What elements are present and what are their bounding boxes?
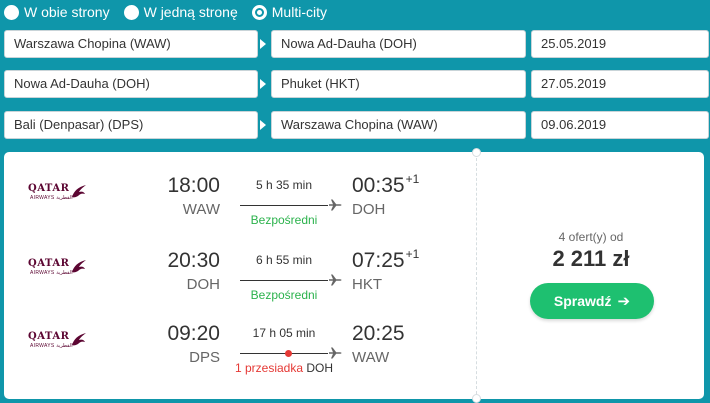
stopover-dot: [285, 350, 292, 357]
departure-airport: WAW: [182, 201, 220, 218]
direct-label: Bezpośredni: [250, 288, 318, 302]
check-button-label: Sprawdź: [553, 293, 612, 309]
from-field[interactable]: Warszawa Chopina (WAW): [4, 30, 258, 58]
radio-one-way[interactable]: W jedną stronę: [123, 4, 238, 20]
flight-leg: QATAR AIRWAYS القطرية 18:00 WAW 5 h 35 m…: [4, 172, 474, 234]
card-divider: [476, 158, 477, 394]
to-field[interactable]: Nowa Ad-Dauha (DOH): [271, 30, 526, 58]
oryx-icon: [72, 185, 86, 198]
flight-stops: Bezpośredni: [226, 288, 342, 302]
from-field[interactable]: Nowa Ad-Dauha (DOH): [4, 70, 258, 98]
check-offer-button[interactable]: Sprawdź ➔: [530, 283, 654, 319]
airline-logo-sub: AIRWAYS القطرية: [30, 195, 73, 201]
departure-time: 20:30: [167, 249, 220, 272]
arrow-right-icon[interactable]: [260, 39, 266, 49]
date-field[interactable]: 27.05.2019: [531, 70, 709, 98]
airline-logo-word: QATAR: [28, 258, 70, 269]
arrival-airport: DOH: [352, 201, 386, 218]
arrow-right-icon[interactable]: [260, 79, 266, 89]
flight-leg: QATAR AIRWAYS القطرية 09:20 DPS 17 h 05 …: [4, 322, 474, 382]
flight-leg: QATAR AIRWAYS القطرية 20:30 DOH 6 h 55 m…: [4, 247, 474, 309]
flight-stops[interactable]: 1 przesiadka DOH: [226, 361, 342, 375]
arrow-right-icon: ➔: [617, 293, 631, 310]
from-field[interactable]: Bali (Denpasar) (DPS): [4, 111, 258, 139]
oryx-icon: [72, 260, 86, 273]
radio-selected-icon: [251, 4, 267, 20]
offers-count: 4 ofert(y) od: [558, 230, 624, 244]
flight-stops: Bezpośredni: [226, 213, 342, 227]
flight-duration: 6 h 55 min: [255, 253, 313, 267]
flight-duration: 5 h 35 min: [255, 178, 313, 192]
arrival-time: 00:35+1: [352, 172, 420, 198]
arrival-time-value: 00:35: [352, 174, 405, 197]
arrival-time: 20:25: [352, 322, 406, 346]
trip-type-selector: W obie strony W jedną stronę Multi-city: [4, 3, 341, 21]
price-value: 2 211 zł: [552, 246, 630, 271]
radio-circle-icon: [4, 4, 19, 20]
result-card[interactable]: QATAR AIRWAYS القطرية 18:00 WAW 5 h 35 m…: [4, 148, 704, 403]
plane-icon: [329, 347, 342, 359]
radio-label: W jedną stronę: [143, 4, 238, 20]
day-offset: +1: [405, 247, 420, 261]
departure-airport: DPS: [189, 349, 220, 366]
plane-icon: [329, 199, 342, 211]
radio-label: Multi-city: [271, 4, 327, 20]
airline-logo-word: QATAR: [28, 331, 70, 342]
route-line: [240, 280, 328, 281]
route-line: [240, 353, 328, 354]
radio-label: W obie strony: [24, 4, 110, 20]
direct-label: Bezpośredni: [250, 213, 318, 227]
arrow-right-icon[interactable]: [260, 120, 266, 130]
radio-circle-icon: [123, 4, 139, 20]
to-field[interactable]: Warszawa Chopina (WAW): [271, 111, 526, 139]
qatar-airways-logo: QATAR AIRWAYS القطرية: [28, 258, 90, 280]
stopover-airport: DOH: [306, 361, 334, 375]
arrival-time-value: 20:25: [352, 322, 405, 345]
date-field[interactable]: 25.05.2019: [531, 30, 709, 58]
price-panel: 4 ofert(y) od 2 211 zł Sprawdź ➔: [478, 152, 704, 399]
arrival-time: 07:25+1: [352, 247, 420, 273]
to-field[interactable]: Phuket (HKT): [271, 70, 526, 98]
route-line: [240, 205, 328, 206]
arrival-time-value: 07:25: [352, 249, 405, 272]
departure-airport: DOH: [186, 276, 220, 293]
radio-multi-city[interactable]: Multi-city: [251, 4, 327, 20]
radio-round-trip[interactable]: W obie strony: [4, 4, 110, 20]
departure-time: 09:20: [167, 322, 220, 345]
arrival-airport: HKT: [352, 276, 382, 293]
airline-logo-sub: AIRWAYS القطرية: [30, 270, 73, 276]
date-field[interactable]: 09.06.2019: [531, 111, 709, 139]
airline-logo-word: QATAR: [28, 183, 70, 194]
plane-icon: [329, 274, 342, 286]
qatar-airways-logo: QATAR AIRWAYS القطرية: [28, 331, 90, 353]
stops-label: 1 przesiadka: [234, 361, 304, 375]
qatar-airways-logo: QATAR AIRWAYS القطرية: [28, 183, 90, 205]
flight-duration: 17 h 05 min: [252, 326, 316, 340]
airline-logo-sub: AIRWAYS القطرية: [30, 343, 73, 349]
oryx-icon: [72, 333, 86, 346]
departure-time: 18:00: [167, 174, 220, 197]
arrival-airport: WAW: [352, 349, 390, 366]
day-offset: +1: [405, 172, 420, 186]
